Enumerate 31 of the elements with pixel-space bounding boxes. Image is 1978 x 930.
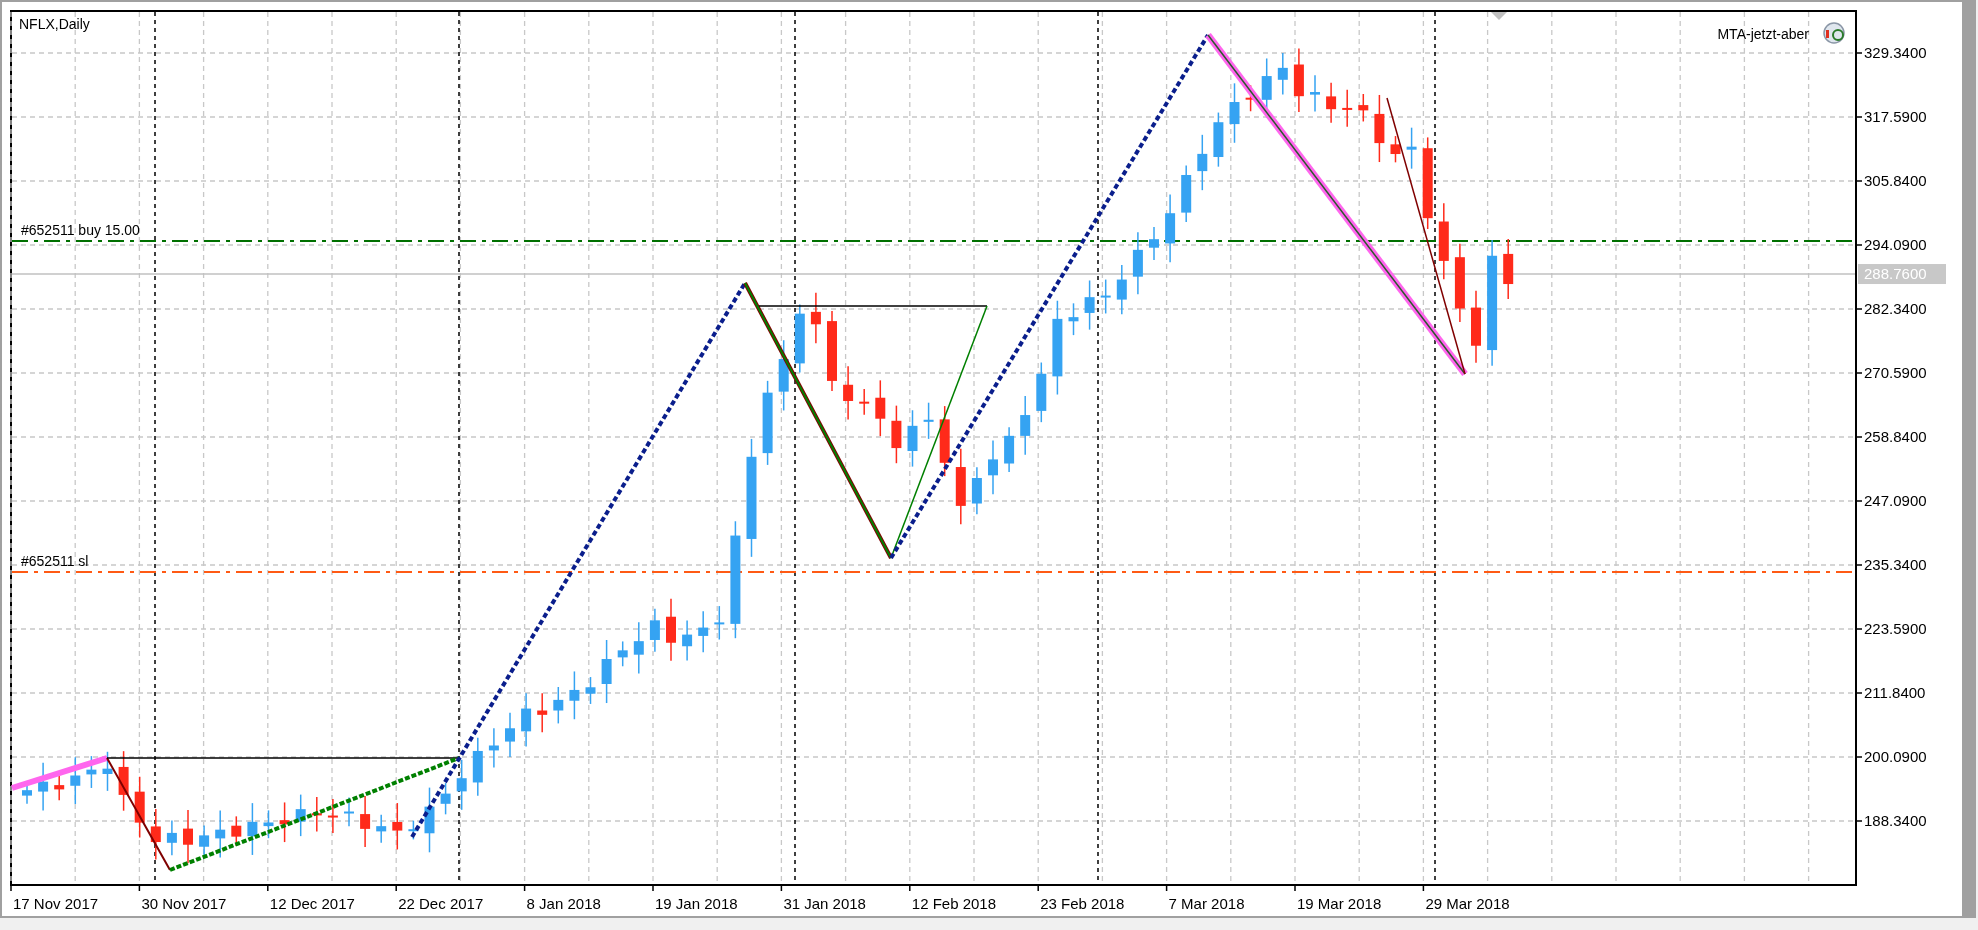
price-axis-label: 211.8400 bbox=[1864, 684, 1926, 701]
date-axis-label: 17 Nov 2017 bbox=[13, 895, 99, 912]
price-axis-label: 282.3400 bbox=[1864, 300, 1927, 317]
date-axis-label: 8 Jan 2018 bbox=[526, 895, 601, 912]
price-axis-label: 270.5900 bbox=[1864, 364, 1927, 381]
shift-marker-icon bbox=[1491, 12, 1507, 20]
date-axis-label: 19 Jan 2018 bbox=[655, 895, 738, 912]
price-axis-label: 188.3400 bbox=[1864, 812, 1927, 829]
price-axis-label: 247.0900 bbox=[1864, 492, 1927, 509]
date-axis-label: 12 Feb 2018 bbox=[911, 895, 997, 912]
date-axis-label: 23 Feb 2018 bbox=[1040, 895, 1125, 912]
price-axis-label: 317.5900 bbox=[1864, 108, 1927, 125]
date-axis-label: 30 Nov 2017 bbox=[141, 895, 227, 912]
trade-level-label: #652511 buy 15.00 bbox=[21, 222, 140, 238]
price-axis-label: 294.0900 bbox=[1864, 236, 1927, 253]
date-axis-label: 7 Mar 2018 bbox=[1168, 895, 1245, 912]
date-axis-label: 19 Mar 2018 bbox=[1297, 895, 1382, 912]
date-axis-label: 29 Mar 2018 bbox=[1425, 895, 1510, 912]
price-axis-label: 223.5900 bbox=[1864, 620, 1927, 637]
trade-level-label: #652511 sl bbox=[21, 553, 89, 569]
price-axis-label: 305.8400 bbox=[1864, 172, 1927, 189]
date-axis-label: 22 Dec 2017 bbox=[398, 895, 484, 912]
price-axis-label: 329.3400 bbox=[1864, 44, 1927, 61]
indicator-icon bbox=[1823, 22, 1845, 44]
chart-title: NFLX,Daily bbox=[19, 16, 90, 32]
price-axis-label: 235.3400 bbox=[1864, 556, 1927, 573]
price-axis-label: 200.0900 bbox=[1864, 748, 1927, 765]
date-axis-label: 31 Jan 2018 bbox=[783, 895, 866, 912]
date-axis-label: 12 Dec 2017 bbox=[269, 895, 355, 912]
price-axis-label: 258.8400 bbox=[1864, 428, 1927, 445]
indicator-name: MTA-jetzt-aber bbox=[1717, 26, 1809, 42]
